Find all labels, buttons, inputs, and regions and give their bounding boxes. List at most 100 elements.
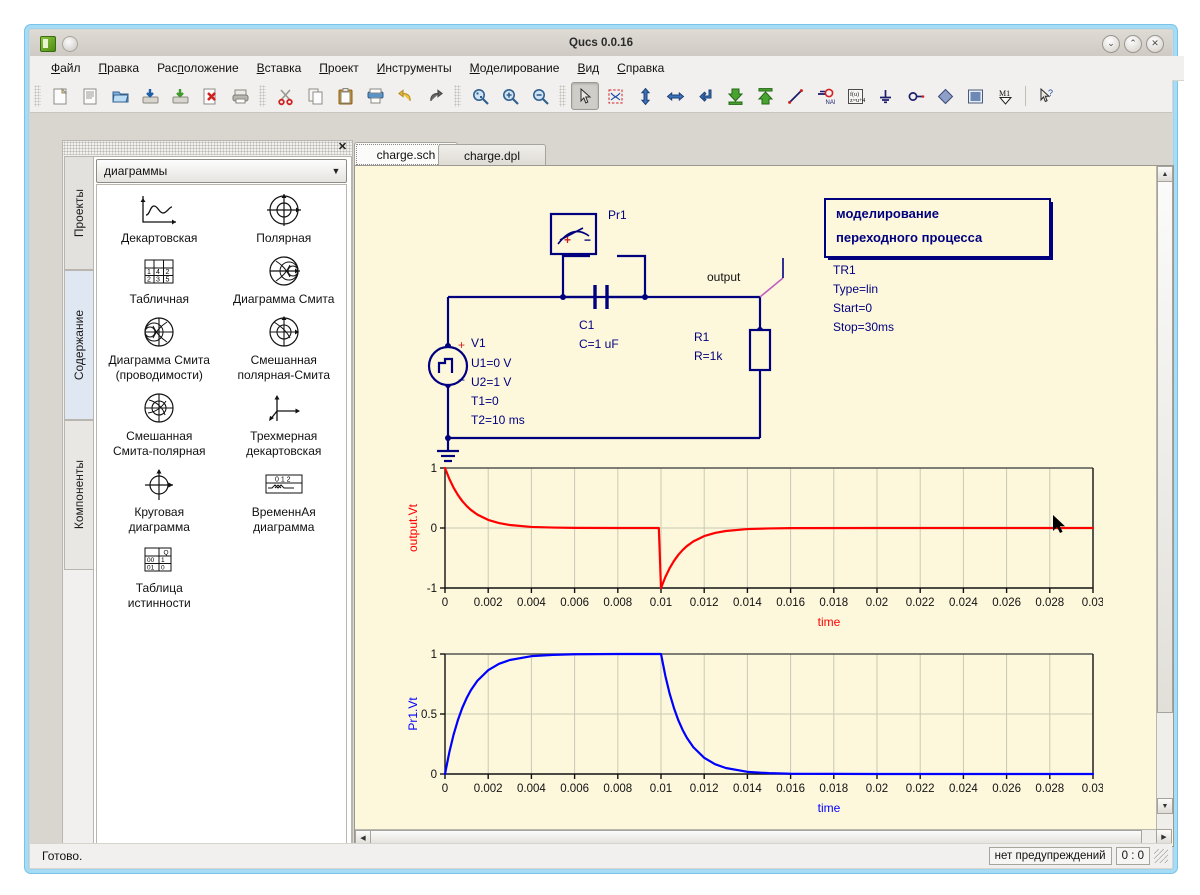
svg-text:0.026: 0.026 (992, 597, 1021, 609)
menu-tools[interactable]: Инструменты (368, 58, 461, 78)
new-document-icon[interactable] (46, 82, 74, 110)
list-item-label: ВременнАя диаграмма (251, 505, 316, 534)
toolbar-grip-3[interactable] (454, 85, 461, 107)
list-item[interactable]: Диаграмма Смита (222, 252, 347, 307)
list-item[interactable]: Смешанная Смита-полярная (97, 389, 222, 459)
equation-icon[interactable]: f(u) z=u+4 (841, 82, 869, 110)
zoom-in-icon[interactable] (496, 82, 524, 110)
component-icon[interactable] (931, 82, 959, 110)
svg-text:0: 0 (161, 565, 165, 572)
toolbar-grip[interactable] (34, 85, 41, 107)
print-preview-icon[interactable] (361, 82, 389, 110)
insert-down-icon[interactable] (721, 82, 749, 110)
new-text-icon[interactable] (76, 82, 104, 110)
status-coordinates: 0 : 0 (1115, 847, 1150, 865)
list-item[interactable]: Декартовская (97, 191, 222, 246)
marker-icon[interactable]: M1 (991, 82, 1019, 110)
chevron-down-icon: ▼ (331, 166, 341, 176)
svg-text:1: 1 (431, 463, 437, 475)
svg-text:0.03: 0.03 (1082, 783, 1103, 795)
undo-icon[interactable] (391, 82, 419, 110)
dropdown-value: диаграммы (104, 164, 168, 178)
menu-file[interactable]: Файл (42, 58, 90, 78)
print-icon[interactable] (226, 82, 254, 110)
menu-layout[interactable]: Расположение (148, 58, 248, 78)
wire-icon[interactable] (781, 82, 809, 110)
select-all-icon[interactable] (601, 82, 629, 110)
simulation-title-line1: моделирование (836, 206, 939, 221)
list-item[interactable]: 142 235 Табличная (97, 252, 222, 307)
copy-icon[interactable] (301, 82, 329, 110)
tab-label-content: Содержание (72, 309, 86, 381)
save-as-icon[interactable] (166, 82, 194, 110)
status-warnings[interactable]: нет предупреждений (988, 847, 1112, 865)
list-item[interactable]: Диаграмма Смита (проводимости) (97, 313, 222, 383)
diagram-icon[interactable] (961, 82, 989, 110)
scroll-up-button[interactable]: ▲ (1157, 166, 1173, 182)
list-item-label: Трехмерная декартовская (246, 429, 322, 458)
tab-charge-dpl[interactable]: charge.dpl (438, 144, 546, 166)
sidebar-item-content[interactable]: Содержание (64, 270, 93, 420)
insert-up-icon[interactable] (751, 82, 779, 110)
select-pointer-icon[interactable] (571, 82, 599, 110)
zoom-out-icon[interactable] (526, 82, 554, 110)
sidebar-item-projects[interactable]: Проекты (64, 156, 93, 270)
simulation-block[interactable]: моделирование переходного процесса (824, 198, 1051, 258)
resize-grip[interactable] (1154, 849, 1168, 863)
mirror-horizontal-icon[interactable] (661, 82, 689, 110)
menu-help[interactable]: Справка (608, 58, 673, 78)
svg-text:f(u): f(u) (850, 91, 859, 98)
list-item[interactable]: Q 00 1 01 0 Таблица истинности (97, 541, 222, 611)
cut-icon[interactable] (271, 82, 299, 110)
source-plus-sign: + (458, 338, 466, 352)
ground-icon[interactable] (871, 82, 899, 110)
toolbar-grip-4[interactable] (559, 85, 566, 107)
toolbar-grip-2[interactable] (259, 85, 266, 107)
window-title: Qucs 0.0.16 (569, 37, 633, 49)
svg-text:0.016: 0.016 (776, 783, 805, 795)
menu-view[interactable]: Вид (568, 58, 608, 78)
minimize-button[interactable]: ⌄ (1102, 35, 1120, 53)
scroll-down-button[interactable]: ▼ (1157, 798, 1173, 814)
close-icon[interactable]: ✕ (336, 141, 349, 154)
zoom-fit-icon[interactable] (466, 82, 494, 110)
title-bar: Qucs 0.0.16 ⌄ ⌃ ✕ (30, 30, 1172, 57)
list-item[interactable]: 0 1 2 ВременнАя диаграмма (222, 465, 347, 535)
list-item[interactable]: Смешанная полярная-Смита (222, 313, 347, 383)
capacitor-name: C1 (579, 318, 595, 332)
dock-drag-handle[interactable]: ✕ (63, 141, 352, 155)
menu-simulation[interactable]: Моделирование (461, 58, 569, 78)
save-icon[interactable] (136, 82, 164, 110)
vertical-scroll-thumb[interactable] (1157, 181, 1173, 713)
rotate-icon[interactable] (691, 82, 719, 110)
svg-text:4: 4 (156, 269, 160, 276)
list-item[interactable]: Полярная (222, 191, 347, 246)
list-item-label: Круговая диаграмма (128, 505, 190, 534)
diagram-category-dropdown[interactable]: диаграммы ▼ (96, 159, 347, 183)
menu-edit[interactable]: Правка (90, 58, 149, 78)
whats-this-icon[interactable]: ? (1032, 82, 1060, 110)
diagram-icon-list[interactable]: Декартовская Полярная 142235 Табличная Д… (96, 184, 347, 848)
sidebar-item-components[interactable]: Компоненты (64, 420, 93, 570)
wire-label-icon[interactable]: NAME (811, 82, 839, 110)
svg-text:0.002: 0.002 (474, 783, 503, 795)
svg-text:0.028: 0.028 (1035, 597, 1064, 609)
redo-icon[interactable] (421, 82, 449, 110)
close-document-icon[interactable] (196, 82, 224, 110)
canvas-vertical-scrollbar[interactable]: ▲ ▼ (1156, 166, 1173, 829)
timing-icon: 0 1 2 (262, 465, 306, 505)
maximize-button[interactable]: ⌃ (1124, 35, 1142, 53)
menu-project[interactable]: Проект (310, 58, 368, 78)
paste-icon[interactable] (331, 82, 359, 110)
close-button[interactable]: ✕ (1146, 35, 1164, 53)
schematic-canvas[interactable]: Pr1 + − C1 C=1 uF R1 R=1k + − V1 U1=0 V … (355, 166, 1156, 829)
port-icon[interactable] (901, 82, 929, 110)
probe-voltage-chart[interactable]: 0 0.5 1 0 0.002 0.004 0.006 0.008 0.01 0.012 0.014… (403, 646, 1104, 821)
smith-admit-icon (139, 313, 179, 353)
list-item[interactable]: Трехмерная декартовская (222, 389, 347, 459)
mirror-vertical-icon[interactable] (631, 82, 659, 110)
output-voltage-chart[interactable]: -1 0 1 0 0.002 0.004 0.006 0.008 0.01 0.012 0.014 0… (403, 460, 1104, 635)
open-folder-icon[interactable] (106, 82, 134, 110)
list-item[interactable]: Круговая диаграмма (97, 465, 222, 535)
menu-insert[interactable]: Вставка (248, 58, 311, 78)
